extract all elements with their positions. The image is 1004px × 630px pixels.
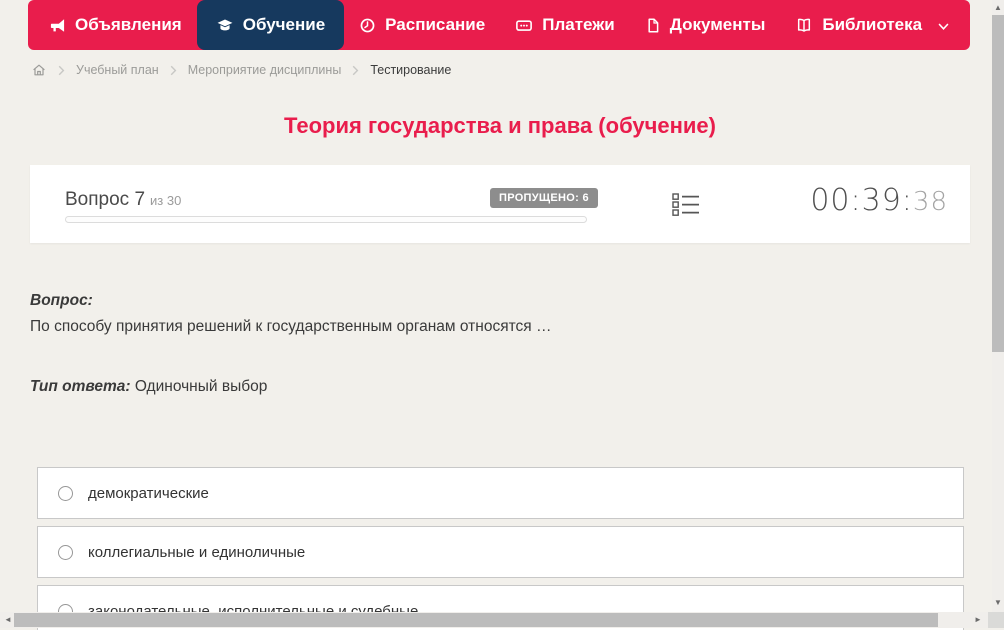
nav-item-label: Библиотека [822, 15, 923, 34]
question-number-label: Вопрос 7 [65, 189, 146, 210]
home-icon[interactable] [31, 62, 47, 78]
radio-button[interactable] [58, 544, 73, 560]
answer-option[interactable]: коллегиальные и единоличные [37, 526, 964, 578]
top-navbar: Объявления Обучение Расписание Платежи Д… [28, 0, 970, 50]
radio-button[interactable] [58, 485, 73, 501]
scrollbar-corner [988, 612, 1004, 628]
breadcrumb-separator-icon [170, 65, 177, 76]
document-icon [645, 17, 661, 34]
megaphone-icon [49, 17, 66, 34]
clock-icon [359, 17, 376, 34]
timer: 00:39:38 [810, 183, 948, 218]
question-number: Вопрос 7 из 30 [65, 189, 181, 211]
question-list-button[interactable] [671, 192, 701, 218]
nav-item-label: Объявления [75, 15, 182, 34]
nav-item-label: Документы [669, 15, 766, 34]
question-text: По способу принятия решений к государств… [30, 318, 552, 335]
breadcrumb-separator-icon [58, 65, 65, 76]
page: Объявления Обучение Расписание Платежи Д… [0, 0, 1004, 630]
scroll-right-arrow[interactable]: ► [972, 616, 984, 624]
vertical-scrollbar[interactable]: ▲ ▼ [992, 0, 1004, 612]
question-list-icon [672, 193, 700, 220]
skipped-badge: ПРОПУЩЕНО: 6 [490, 188, 598, 208]
nav-item-learning[interactable]: Обучение [196, 0, 345, 50]
nav-item-label: Обучение [242, 15, 326, 34]
nav-item-label: Платежи [542, 15, 615, 34]
timer-seconds: 38 [912, 187, 948, 217]
nav-item-library[interactable]: Библиотека [780, 0, 964, 50]
page-title: Теория государства и права (обучение) [284, 113, 716, 138]
nav-item-announcements[interactable]: Объявления [34, 0, 197, 50]
nav-item-schedule[interactable]: Расписание [344, 0, 500, 50]
answer-type-value: Одиночный выбор [134, 378, 268, 395]
question-label: Вопрос: [30, 292, 93, 309]
nav-item-documents[interactable]: Документы [630, 0, 781, 50]
scroll-left-arrow[interactable]: ◄ [2, 616, 14, 624]
answer-type-row: Тип ответа: Одиночный выбор [30, 378, 267, 396]
breadcrumb-item-discipline-event[interactable]: Мероприятие дисциплины [188, 63, 342, 77]
open-book-icon [795, 17, 813, 34]
chevron-down-icon [938, 23, 949, 31]
question-progress-bar [65, 216, 587, 223]
horizontal-scrollbar-thumb[interactable] [14, 613, 938, 627]
answer-type-label: Тип ответа: [30, 378, 131, 395]
breadcrumb-separator-icon [352, 65, 359, 76]
vertical-scrollbar-thumb[interactable] [992, 15, 1004, 352]
credit-card-icon [515, 17, 533, 34]
nav-item-payments[interactable]: Платежи [500, 0, 630, 50]
nav-item-label: Расписание [385, 15, 486, 34]
horizontal-scrollbar[interactable]: ◄ ► [0, 612, 988, 628]
graduation-cap-icon [216, 17, 234, 34]
question-of-total: из 30 [150, 193, 182, 208]
breadcrumb-item-curriculum[interactable]: Учебный план [76, 63, 159, 77]
answer-option-label: демократические [88, 484, 209, 502]
scroll-up-arrow[interactable]: ▲ [992, 4, 1004, 12]
timer-minutes: 00:39: [810, 183, 913, 218]
scroll-down-arrow[interactable]: ▼ [992, 599, 1004, 607]
question-header-card: Вопрос 7 из 30 ПРОПУЩЕНО: 6 00:39:38 [30, 165, 970, 243]
answer-option-label: коллегиальные и единоличные [88, 543, 306, 561]
breadcrumb: Учебный план Мероприятие дисциплины Тест… [31, 62, 451, 78]
answer-option[interactable]: демократические [37, 467, 964, 519]
breadcrumb-item-testing: Тестирование [370, 63, 452, 77]
